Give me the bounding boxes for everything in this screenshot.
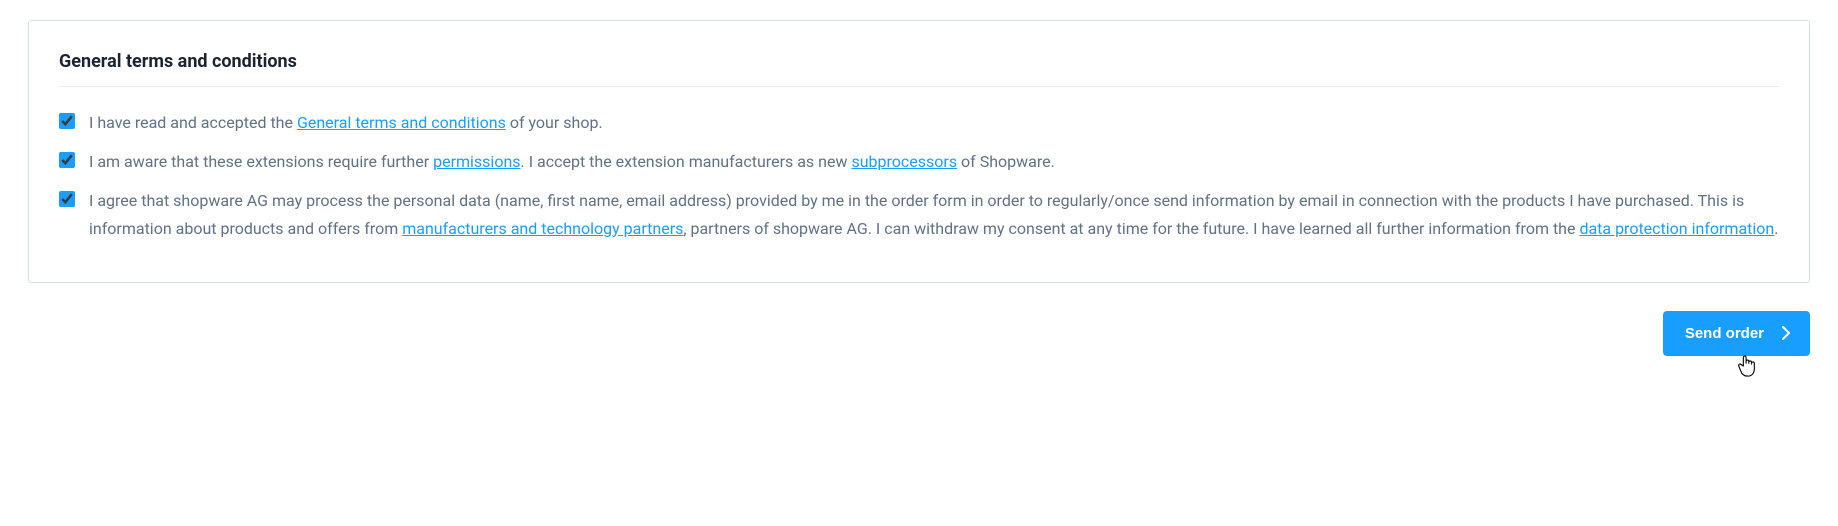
text: . <box>1774 219 1778 238</box>
link-subprocessors[interactable]: subprocessors <box>851 152 957 171</box>
text: of Shopware. <box>957 152 1055 171</box>
link-permissions[interactable]: permissions <box>433 152 520 171</box>
terms-panel: General terms and conditions I have read… <box>28 20 1810 283</box>
checkbox-label-data-processing: I agree that shopware AG may process the… <box>89 187 1779 241</box>
checkbox-row-data-processing: I agree that shopware AG may process the… <box>59 187 1779 241</box>
checkbox-terms[interactable] <box>59 113 75 129</box>
send-order-button[interactable]: Send order <box>1663 311 1810 356</box>
divider <box>59 86 1779 87</box>
actions-row: Send order <box>28 311 1810 356</box>
checkbox-row-terms: I have read and accepted the General ter… <box>59 109 1779 136</box>
checkbox-label-permissions: I am aware that these extensions require… <box>89 148 1055 175</box>
link-data-protection[interactable]: data protection information <box>1579 219 1774 238</box>
text: I am aware that these extensions require… <box>89 152 433 171</box>
text: , partners of shopware AG. I can withdra… <box>683 219 1579 238</box>
link-manufacturers-partners[interactable]: manufacturers and technology partners <box>402 219 683 238</box>
cursor-pointer-icon <box>1736 354 1758 378</box>
link-general-terms[interactable]: General terms and conditions <box>297 113 506 132</box>
checkbox-data-processing[interactable] <box>59 191 75 207</box>
text: . I accept the extension manufacturers a… <box>521 152 852 171</box>
checkbox-row-permissions: I am aware that these extensions require… <box>59 148 1779 175</box>
terms-title: General terms and conditions <box>59 51 1779 72</box>
chevron-right-icon <box>1782 326 1790 340</box>
text: of your shop. <box>506 113 603 132</box>
checkbox-label-terms: I have read and accepted the General ter… <box>89 109 603 136</box>
text: I have read and accepted the <box>89 113 297 132</box>
send-order-label: Send order <box>1685 325 1764 342</box>
checkbox-permissions[interactable] <box>59 152 75 168</box>
